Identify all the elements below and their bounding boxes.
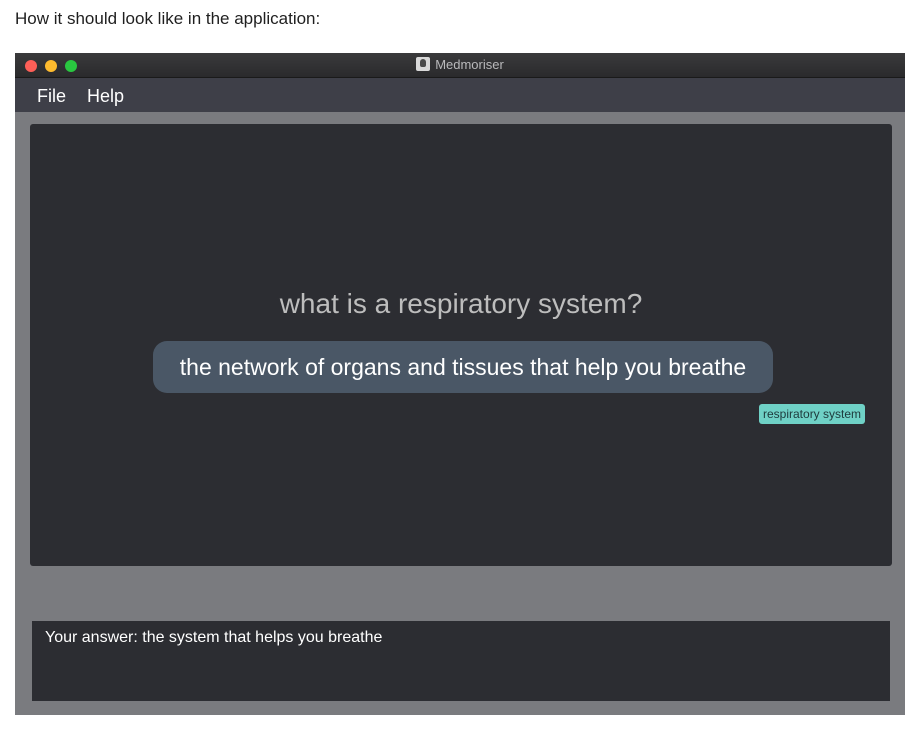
app-window: Medmoriser File Help what is a respirato… [15,53,905,715]
flashcard-panel: what is a respiratory system? the networ… [30,124,892,566]
title-bar: Medmoriser [15,53,905,78]
window-title-group: Medmoriser [15,57,905,72]
menu-bar: File Help [15,78,905,112]
flashcard-answer: the network of organs and tissues that h… [153,341,773,393]
command-input-text[interactable]: Your answer: the system that helps you b… [45,629,382,647]
topic-tag: respiratory system [759,404,866,424]
window-title: Medmoriser [435,57,504,72]
menu-help[interactable]: Help [87,86,124,107]
menu-file[interactable]: File [37,86,66,107]
caption-text: How it should look like in the applicati… [15,9,321,28]
app-icon [416,57,431,71]
command-box[interactable]: Your answer: the system that helps you b… [32,621,890,701]
flashcard-question: what is a respiratory system? [279,288,643,319]
